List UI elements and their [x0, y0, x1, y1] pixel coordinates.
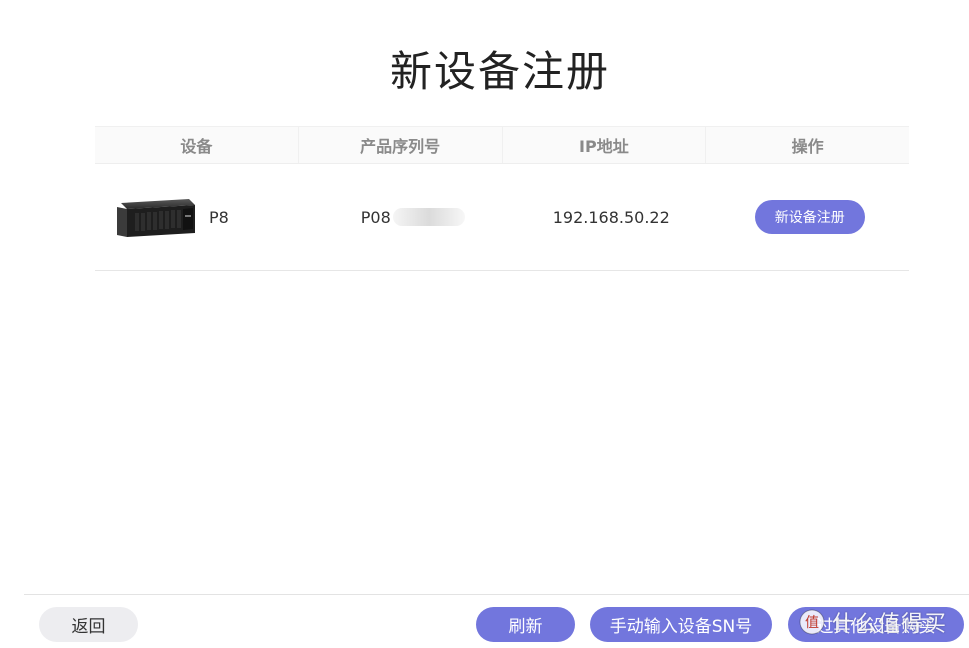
action-cell: 新设备注册 [711, 164, 910, 270]
column-header-device: 设备 [95, 127, 299, 163]
device-table: 设备 产品序列号 IP地址 操作 P8 P08 192.168.50.22 新设… [95, 126, 909, 271]
footer-divider [24, 594, 969, 595]
column-header-action: 操作 [791, 137, 824, 156]
nas-device-image [117, 199, 195, 237]
device-registration-page: 新设备注册 设备 产品序列号 IP地址 操作 P8 P08 192.168.50… [0, 0, 969, 648]
page-title: 新设备注册 [389, 47, 610, 96]
device-name: P8 [209, 207, 229, 227]
serial-cell: P08 [314, 164, 513, 270]
device-cell: P8 [95, 164, 314, 270]
ip-cell: 192.168.50.22 [512, 164, 711, 270]
refresh-button[interactable]: 刷新 [476, 607, 575, 642]
table-header: 设备 产品序列号 IP地址 操作 [95, 126, 909, 164]
serial-number: P08 [361, 208, 465, 227]
manual-sn-input-button[interactable]: 手动输入设备SN号 [590, 607, 772, 642]
serial-redaction-blur [392, 208, 465, 226]
table-row: P8 P08 192.168.50.22 新设备注册 [95, 164, 909, 271]
other-device-purchase-button[interactable]: 过其他设备购买 [788, 607, 964, 642]
serial-number-visible: P08 [360, 207, 391, 227]
column-header-serial: 产品序列号 [299, 127, 503, 163]
ip-address: 192.168.50.22 [552, 207, 670, 227]
register-device-button[interactable]: 新设备注册 [754, 200, 865, 234]
column-header-ip: IP地址 [503, 127, 707, 163]
back-button[interactable]: 返回 [39, 607, 138, 642]
